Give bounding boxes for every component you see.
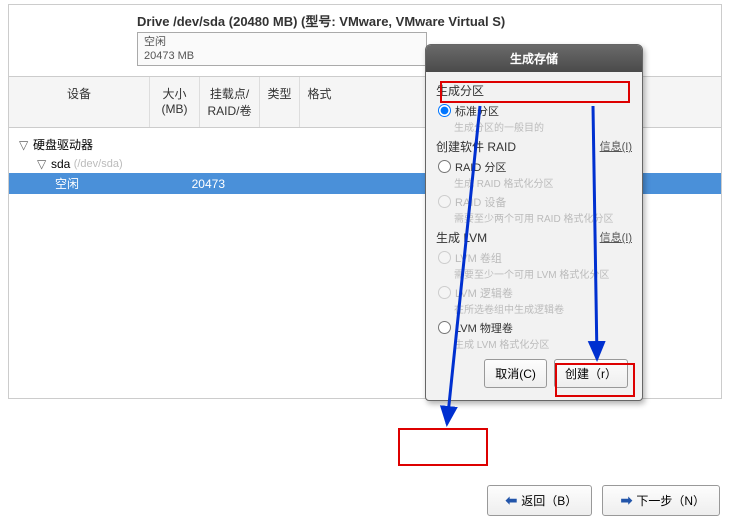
col-mount[interactable]: 挂载点/ RAID/卷 — [199, 77, 259, 127]
caret-icon: ▽ — [19, 138, 33, 152]
dialog-buttons: 取消(C) 创建（r） — [436, 353, 632, 390]
opt-lvm-pv[interactable]: LVM 物理卷 — [436, 318, 632, 337]
opt-lvm-lv: LVM 逻辑卷 — [436, 283, 632, 302]
drive-status: 空闲 — [144, 35, 420, 49]
nav-buttons: ⬅ 返回（B） ➡ 下一步（N） — [481, 485, 721, 516]
col-type[interactable]: 类型 — [259, 77, 299, 127]
tree-root-label: 硬盘驱动器 — [33, 136, 143, 153]
drive-summary-box: 空闲 20473 MB — [137, 32, 427, 66]
radio-standard[interactable] — [438, 104, 451, 117]
radio-raid-dev — [438, 195, 451, 208]
tree-free-label: 空闲 — [55, 175, 165, 192]
opt-lvm-lv-label: LVM 逻辑卷 — [455, 285, 513, 301]
opt-lvm-vg-label: LVM 卷组 — [455, 250, 502, 266]
drive-free: 20473 MB — [144, 49, 420, 63]
col-size[interactable]: 大小 (MB) — [149, 77, 199, 127]
radio-lvm-vg — [438, 251, 451, 264]
opt-raid-dev-sub: 需要至少两个可用 RAID 格式化分区 — [436, 210, 632, 225]
section-raid: 创建软件 RAID 信息(I) — [436, 138, 632, 155]
back-button[interactable]: ⬅ 返回（B） — [487, 485, 593, 516]
next-button[interactable]: ➡ 下一步（N） — [602, 485, 720, 516]
tree-free-size: 20473 — [165, 177, 225, 191]
info-raid-link[interactable]: 信息(I) — [600, 138, 632, 154]
back-arrow-icon: ⬅ — [506, 492, 518, 509]
section-lvm-label: 生成 LVM — [436, 231, 487, 245]
opt-raid-part-label: RAID 分区 — [455, 159, 506, 175]
opt-standard-partition[interactable]: 标准分区 — [436, 101, 632, 120]
opt-standard-sub: 生成分区的一般目的 — [436, 119, 632, 134]
back-label: 返回（B） — [521, 492, 577, 509]
opt-lvm-vg: LVM 卷组 — [436, 248, 632, 267]
opt-raid-part-sub: 生成 RAID 格式化分区 — [436, 175, 632, 190]
radio-lvm-lv — [438, 286, 451, 299]
create-storage-dialog: 生成存储 生成分区 标准分区 生成分区的一般目的 创建软件 RAID 信息(I)… — [425, 44, 643, 401]
caret-icon: ▽ — [37, 157, 51, 171]
dialog-title: 生成存储 — [426, 45, 642, 72]
col-format[interactable]: 格式 — [299, 77, 339, 127]
col-device[interactable]: 设备 — [9, 77, 149, 127]
opt-lvm-pv-label: LVM 物理卷 — [455, 320, 513, 336]
dialog-cancel-button[interactable]: 取消(C) — [484, 359, 547, 388]
dialog-create-button[interactable]: 创建（r） — [554, 359, 628, 388]
info-lvm-link[interactable]: 信息(I) — [600, 229, 632, 245]
section-raid-label: 创建软件 RAID — [436, 140, 516, 154]
radio-lvm-pv[interactable] — [438, 321, 451, 334]
next-arrow-icon: ➡ — [621, 492, 633, 509]
opt-raid-device: RAID 设备 — [436, 192, 632, 211]
tree-sda-path: (/dev/sda) — [74, 158, 123, 170]
highlight-create-button — [398, 428, 488, 466]
opt-lvm-pv-sub: 生成 LVM 格式化分区 — [436, 336, 632, 351]
radio-raid-part[interactable] — [438, 160, 451, 173]
section-partition: 生成分区 — [436, 82, 632, 99]
opt-lvm-lv-sub: 在所选卷组中生成逻辑卷 — [436, 301, 632, 316]
tree-sda-label: sda — [51, 157, 70, 171]
dialog-body: 生成分区 标准分区 生成分区的一般目的 创建软件 RAID 信息(I) RAID… — [426, 72, 642, 400]
opt-lvm-vg-sub: 需要至少一个可用 LVM 格式化分区 — [436, 266, 632, 281]
section-lvm: 生成 LVM 信息(I) — [436, 229, 632, 246]
opt-raid-dev-label: RAID 设备 — [455, 194, 506, 210]
drive-title: Drive /dev/sda (20480 MB) (型号: VMware, V… — [137, 11, 711, 30]
next-label: 下一步（N） — [636, 492, 705, 509]
opt-raid-partition[interactable]: RAID 分区 — [436, 157, 632, 176]
opt-standard-label: 标准分区 — [455, 103, 499, 119]
